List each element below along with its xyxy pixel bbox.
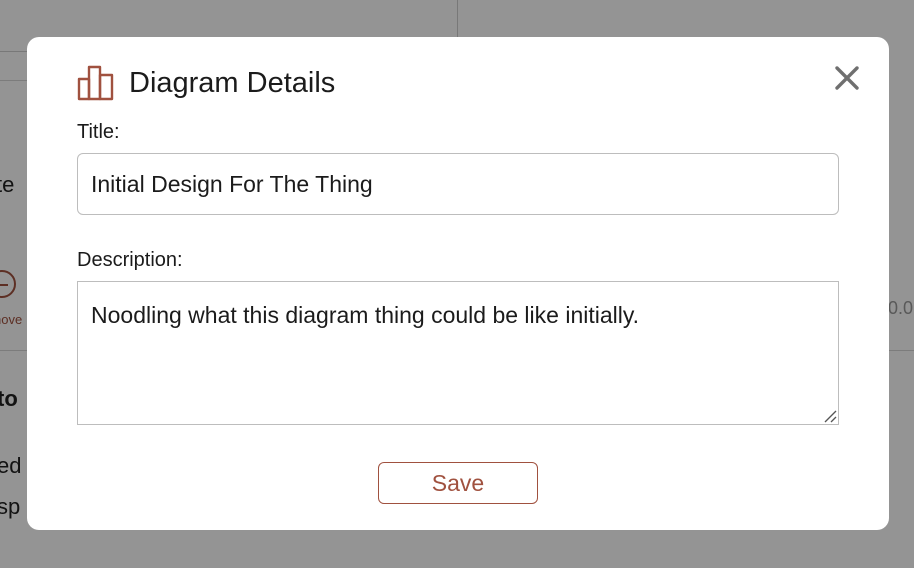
save-button[interactable]: Save [378,462,538,504]
title-label: Title: [77,121,120,143]
modal-title: Diagram Details [129,66,336,99]
bar-chart-icon [77,65,115,101]
diagram-details-modal: Diagram Details Title: Description: Nood… [27,37,889,530]
description-label: Description: [77,249,183,271]
description-textarea[interactable]: Noodling what this diagram thing could b… [77,281,839,425]
modal-header: Diagram Details [77,65,335,101]
close-icon [834,65,860,96]
title-input[interactable] [77,153,839,215]
resize-handle-icon[interactable] [823,409,837,423]
close-button[interactable] [831,64,863,96]
